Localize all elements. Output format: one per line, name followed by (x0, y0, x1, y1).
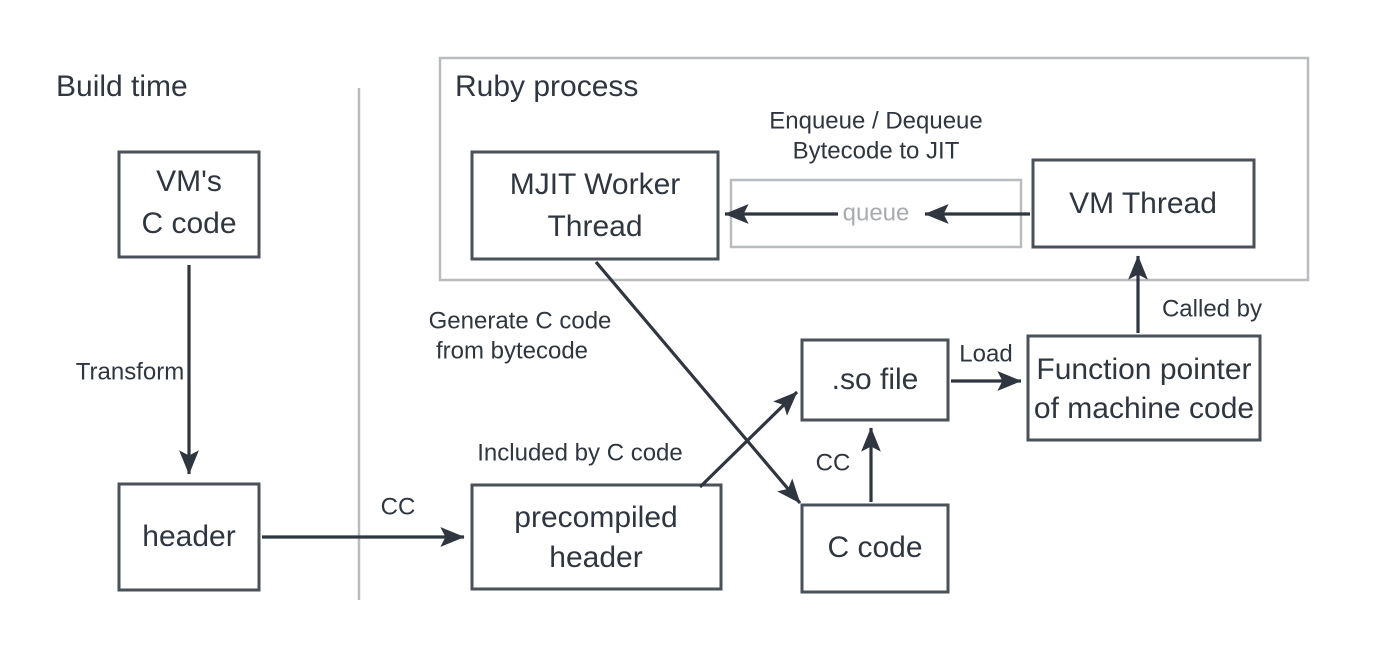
box-function-pointer: Function pointer of machine code (1026, 334, 1262, 442)
edge-precompiled-to-so (698, 390, 799, 489)
edge-label-called-by: Called by (1162, 295, 1262, 322)
queue-label: queue (843, 199, 910, 226)
box-precompiled-header-label-line1: precompiled (514, 501, 677, 534)
box-precompiled-header: precompiled header (470, 483, 723, 591)
edge-label-transform: Transform (76, 358, 184, 385)
edge-label-enqueue-line1: Enqueue / Dequeue (769, 107, 983, 134)
build-time-title: Build time (56, 70, 188, 103)
box-c-code: C code (800, 503, 950, 594)
edge-label-generate-line1: Generate C code (429, 307, 612, 334)
box-header: header (117, 482, 261, 592)
box-function-pointer-label-line1: Function pointer (1036, 353, 1251, 386)
edge-label-cc-header: CC (381, 493, 416, 520)
box-so-file: .so file (800, 338, 950, 422)
box-mjit-worker-thread: MJIT Worker Thread (470, 150, 720, 261)
edge-mjit-to-c-code (594, 260, 802, 505)
box-function-pointer-label-line2: of machine code (1034, 392, 1254, 425)
edge-label-cc-ccode: CC (816, 449, 851, 476)
box-precompiled-header-label-line2: header (549, 541, 642, 574)
mjit-architecture-diagram: Build time VM's C code Transform header … (0, 0, 1400, 645)
edge-label-generate-line2: from bytecode (436, 337, 588, 364)
box-vm-thread-label: VM Thread (1069, 187, 1217, 220)
box-mjit-worker-thread-label-line2: Thread (547, 210, 642, 243)
box-mjit-worker-thread-label-line1: MJIT Worker (510, 168, 681, 201)
box-header-label: header (142, 520, 235, 553)
box-so-file-label: .so file (832, 363, 919, 396)
edge-label-enqueue-line2: Bytecode to JIT (793, 137, 960, 164)
ruby-process-label: Ruby process (455, 70, 638, 103)
diagram-canvas: Build time VM's C code Transform header … (56, 56, 1310, 600)
box-vms-c-code: VM's C code (117, 150, 261, 259)
box-c-code-label: C code (827, 531, 922, 564)
box-vm-thread: VM Thread (1031, 158, 1256, 249)
box-vms-c-code-label-line1: VM's (156, 165, 222, 198)
edge-label-load: Load (959, 340, 1012, 367)
edge-label-included-by: Included by C code (477, 439, 682, 466)
box-vms-c-code-label-line2: C code (141, 207, 236, 240)
